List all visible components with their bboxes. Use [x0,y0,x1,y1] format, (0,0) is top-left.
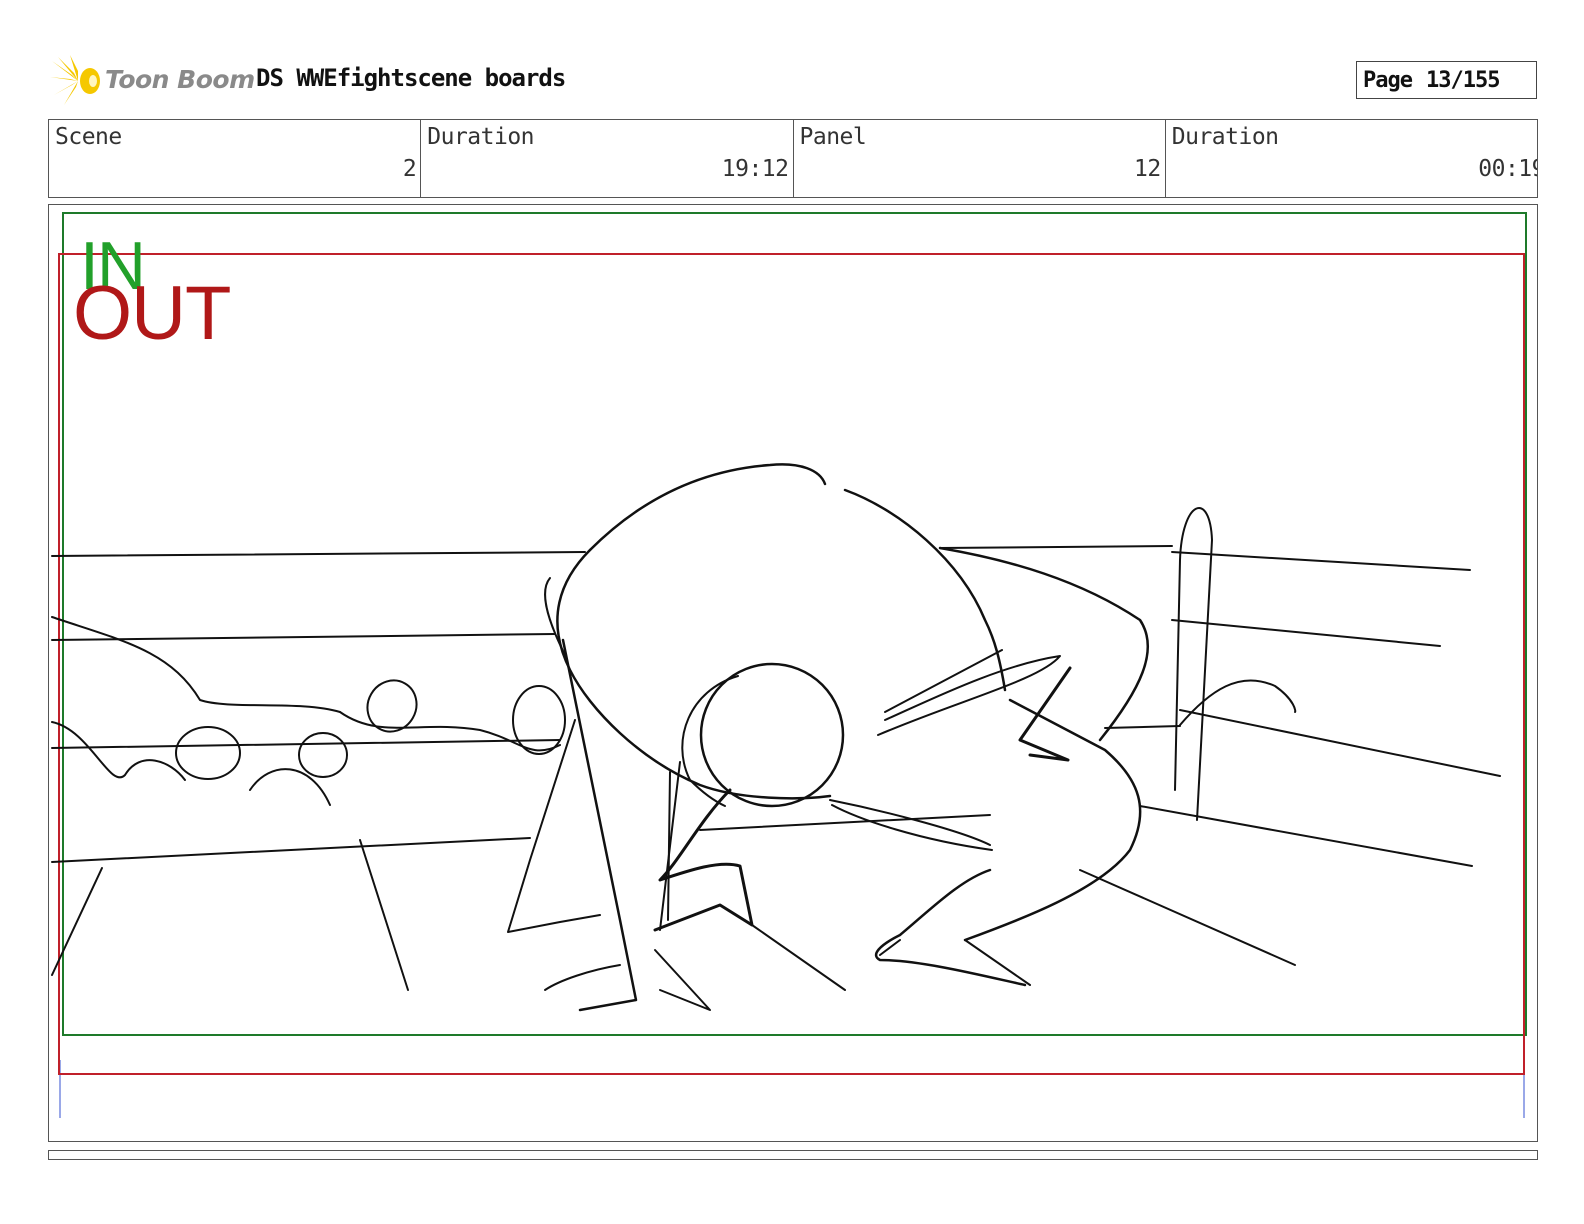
camera-in-frame [62,212,1527,1036]
camera-out-frame [58,253,1525,1075]
panel-sketch [51,212,1527,1118]
camera-out-label: OUT [73,271,231,356]
wrestler-sketch [51,463,1501,1012]
caption-area [48,1150,1538,1160]
